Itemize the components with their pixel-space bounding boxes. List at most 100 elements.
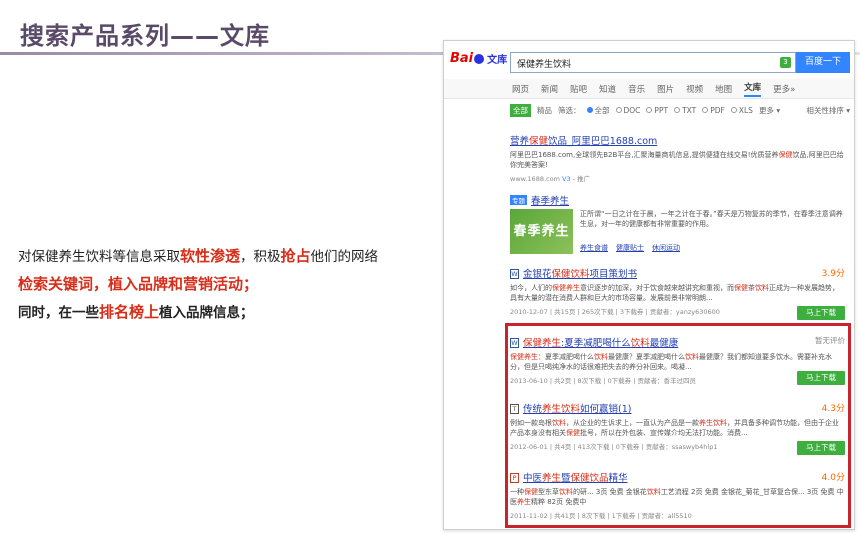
doc-result-desc: 如今，人们的保健养生意识逐步的加深，对于饮食越来越讲究和重视，而保健茶饮料正成为… bbox=[510, 284, 839, 302]
search-suggest-icon[interactable]: 3 bbox=[780, 57, 791, 68]
doc-result-meta: 2011-11-02 | 共41页 | 8次下载 | 1下载券 | 贡献者：al… bbox=[510, 512, 692, 520]
download-button[interactable]: 马上下载 bbox=[797, 306, 845, 320]
spring-link[interactable]: 健康贴士 bbox=[616, 243, 644, 253]
title-part: :夏季减肥喝什么 bbox=[561, 338, 631, 349]
sort-dropdown[interactable]: 相关性排序 ▾ bbox=[806, 105, 850, 116]
title-part: 保健 bbox=[529, 136, 549, 147]
nav-tab[interactable]: 贴吧 bbox=[570, 83, 587, 95]
download-button[interactable]: 马上下载 bbox=[797, 371, 845, 385]
ad-result-desc: 阿里巴巴1688.com,全球领先B2B平台,汇聚海量商机信息,提供便捷在线交易… bbox=[510, 151, 844, 169]
slide-text-segment: 检索关键词，植入品牌和营销活动； bbox=[18, 275, 259, 293]
filter-all-button[interactable]: 全部 bbox=[510, 103, 531, 117]
keyword-highlight: 饮料 bbox=[552, 419, 566, 427]
nav-tab[interactable]: 网页 bbox=[512, 83, 529, 95]
slide-text-segment: ，积极 bbox=[240, 249, 281, 265]
doc-result-meta: 2012-06-01 | 共4页 | 413次下载 | 0下载券 | 贡献者：s… bbox=[510, 443, 718, 451]
filter-radio-label: XLS bbox=[738, 105, 753, 115]
title-part: 如何赢销(1) bbox=[580, 404, 632, 415]
radio-icon bbox=[586, 107, 593, 113]
doc-result-title[interactable]: T 传统养生饮料如何赢销(1) bbox=[510, 401, 845, 415]
filter-radio[interactable]: PPT bbox=[646, 106, 668, 115]
doc-result: W 金银花保健饮料项目策划书 3.9分 如今，人们的保健养生意识逐步的加深，对于饮食越… bbox=[510, 266, 845, 328]
topic-tag: 专题 bbox=[510, 195, 527, 205]
keyword-highlight: 饮料 bbox=[755, 284, 769, 292]
filter-radio-label: PPT bbox=[654, 105, 669, 115]
keyword-highlight: 保健 bbox=[552, 284, 566, 292]
slide-text-segment: 排名榜上 bbox=[99, 303, 160, 321]
nav-tab[interactable]: 文库 bbox=[744, 81, 762, 97]
filter-radio[interactable]: 全部 bbox=[586, 105, 610, 116]
doc-result-title[interactable]: P 中医养生暨保健饮品精华 bbox=[510, 470, 845, 484]
filter-label: 精品 bbox=[537, 105, 552, 115]
doc-rating: 4.3分 bbox=[821, 404, 845, 414]
title-part: 暨 bbox=[561, 473, 571, 484]
spring-link[interactable]: 休闲运动 bbox=[652, 243, 680, 253]
spring-topic-links: 养生食谱 健康贴士 休闲运动 bbox=[580, 243, 680, 253]
search-input[interactable]: 保健养生饮料 3 bbox=[510, 52, 796, 73]
spring-topic-result: 专题 春季养生 春季养生 正所谓“一日之计在于晨，一年之计在于春。”春天是万物复苏… bbox=[510, 193, 845, 263]
nav-tab[interactable]: 知道 bbox=[599, 83, 616, 95]
filter-more[interactable]: 更多 ▾ bbox=[759, 105, 780, 116]
nav-tab[interactable]: 更多» bbox=[773, 83, 795, 95]
slide-text-line: 同时，在一些排名榜上植入品牌信息； bbox=[18, 299, 428, 327]
keyword-highlight: 养生 bbox=[699, 419, 713, 427]
title-part: 营养 bbox=[510, 136, 530, 147]
doc-rating: 4.0分 bbox=[821, 473, 845, 483]
nav-tab[interactable]: 新闻 bbox=[541, 83, 558, 95]
word-file-icon: W bbox=[510, 338, 519, 348]
title-part: 养生饮料 bbox=[542, 404, 581, 415]
doc-result: P 中医养生暨保健饮品精华 4.0分一种保健型东草饮料的研... 3页 免费 金银花… bbox=[510, 470, 845, 529]
keyword-highlight: 饮料 bbox=[646, 488, 661, 496]
title-part: 养生 bbox=[542, 473, 562, 484]
filter-radio-label: 全部 bbox=[594, 105, 610, 115]
filter-label: 筛选： bbox=[558, 105, 581, 115]
search-nav-tabs: 网页 新闻 贴吧 知道 音乐 图片 视频 地图 文库 更多» bbox=[444, 79, 854, 99]
ad-result-meta: www.1688.com V3 - 推广 bbox=[510, 175, 591, 183]
slide-text-segment: 软性渗透 bbox=[180, 247, 241, 265]
spring-topic-title[interactable]: 专题 春季养生 bbox=[510, 193, 845, 207]
nav-tab[interactable]: 视频 bbox=[686, 83, 703, 95]
doc-result-title[interactable]: W 保健养生:夏季减肥喝什么饮料最健康 bbox=[510, 335, 845, 349]
ad-result-title[interactable]: 营养保健饮品_阿里巴巴1688.com bbox=[510, 133, 845, 147]
ad-result: 营养保健饮品_阿里巴巴1688.com 阿里巴巴1688.com,全球领先B2B… bbox=[510, 133, 845, 183]
filter-radio[interactable]: XLS bbox=[730, 105, 753, 115]
doc-rating: 暂无评价 bbox=[815, 336, 845, 345]
nav-tab[interactable]: 图片 bbox=[657, 83, 674, 95]
slide-text-segment: 他们的网络 bbox=[310, 249, 379, 265]
title-part: 保健饮料 bbox=[551, 269, 590, 280]
doc-result-meta: 2013-06-10 | 共2页 | 8次下载 | 0下载券 | 贡献者：香丰过… bbox=[510, 377, 696, 385]
keyword-highlight: 养生 bbox=[517, 498, 531, 506]
radio-icon bbox=[730, 107, 737, 113]
doc-result-meta: 2010-12-07 | 共15页 | 265次下载 | 3下载券 | 贡献者：… bbox=[510, 308, 720, 316]
word-file-icon: W bbox=[510, 269, 519, 279]
nav-tab[interactable]: 音乐 bbox=[628, 83, 645, 95]
title-part: 项目策划书 bbox=[589, 269, 638, 280]
search-button[interactable]: 百度一下 bbox=[796, 52, 850, 73]
doc-result-desc: 一种保健型东草饮料的研... 3页 免费 金银花饮料工艺流程 2页 免费 金银花… bbox=[510, 488, 844, 506]
keyword-highlight: 饮料 bbox=[594, 353, 608, 361]
title-part: 金银花 bbox=[523, 269, 552, 280]
spring-topic-image[interactable]: 春季养生 bbox=[510, 209, 573, 254]
filter-radio[interactable]: TXT bbox=[674, 106, 696, 115]
doc-result-desc: 例如一款岛根饮料，从企业的生诉求上，一直认为产品是一款养生饮料，并具备多种调节功… bbox=[510, 419, 839, 437]
filter-radio[interactable]: PDF bbox=[702, 106, 725, 115]
doc-result-title[interactable]: W 金银花保健饮料项目策划书 bbox=[510, 266, 845, 280]
title-part: 传统 bbox=[523, 404, 543, 415]
slide-body-text: 对保健养生饮料等信息采取软性渗透，积极抢占他们的网络检索关键词，植入品牌和营销活… bbox=[18, 243, 428, 327]
title-part: 饮品_阿里巴巴1688.com bbox=[548, 136, 658, 147]
pdf-file-icon: P bbox=[510, 473, 519, 483]
spring-link[interactable]: 养生食谱 bbox=[580, 243, 608, 253]
baidu-wenku-logo[interactable]: Bai 文库 bbox=[450, 51, 507, 66]
nav-tab[interactable]: 地图 bbox=[715, 83, 732, 95]
doc-result-desc: 保健养生：夏季减肥喝什么饮料最健康？夏季减肥喝什么饮料最健康？我们都知道要多饮水… bbox=[510, 353, 832, 371]
title-part: 保健养生 bbox=[523, 338, 562, 349]
baidu-wenku-screenshot: Bai 文库 保健养生饮料 3 百度一下 网页 新闻 贴吧 知道 音乐 图片 视频 地图 文库 更多… bbox=[443, 40, 855, 530]
slide-text-segment: 同时，在一些 bbox=[18, 305, 99, 321]
slide-text-segment: 对保健养生饮料等信息采取 bbox=[18, 249, 180, 265]
title-part: 最健康 bbox=[649, 338, 679, 349]
download-button[interactable]: 马上下载 bbox=[797, 441, 845, 455]
slide-text-segment: 抢占 bbox=[280, 247, 311, 265]
title-part: 饮料 bbox=[630, 338, 650, 349]
filter-radio[interactable]: DOC bbox=[615, 106, 640, 115]
keyword-highlight: 养生 bbox=[566, 284, 580, 292]
